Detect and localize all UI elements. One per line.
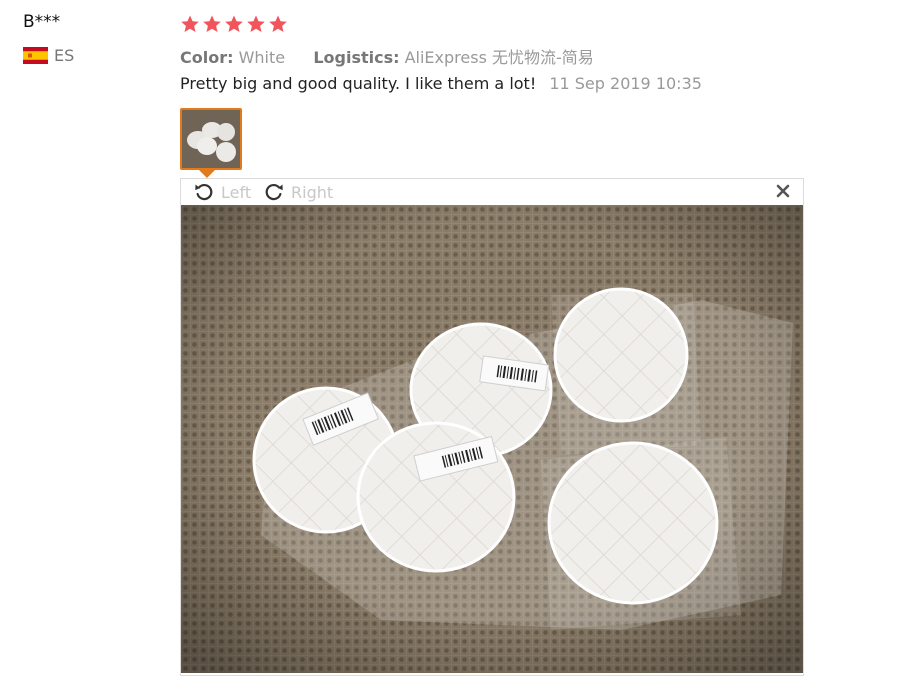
thumbnail-image [182, 110, 240, 168]
logistics-value: AliExpress 无忧物流-简易 [404, 48, 594, 67]
spain-flag-icon [23, 47, 48, 64]
thumbnail-pointer [199, 170, 215, 178]
country-code: ES [54, 46, 75, 65]
star-icon [247, 15, 265, 32]
rotate-left-label: Left [221, 182, 252, 202]
review-attributes: Color: White Logistics: AliExpress 无忧物流-… [180, 44, 594, 68]
star-icon [225, 15, 243, 32]
star-icon [181, 15, 199, 32]
close-icon[interactable] [775, 183, 791, 199]
rotate-left-button[interactable]: Left [193, 181, 251, 203]
color-label: Color: [180, 48, 234, 67]
rotate-right-label: Right [291, 182, 334, 202]
rotate-right-icon [265, 183, 283, 201]
review-photo [181, 205, 803, 673]
star-rating [180, 14, 288, 34]
review-date: 11 Sep 2019 10:35 [549, 74, 702, 93]
photo-viewer: Left Right [180, 178, 804, 676]
reviewer-name: B*** [23, 12, 61, 32]
color-value: White [238, 48, 286, 67]
star-icon [269, 15, 287, 32]
reviewer-country: ES [23, 46, 74, 65]
review-text: Pretty big and good quality. I like them… [180, 74, 537, 93]
rotate-left-icon [195, 183, 213, 201]
review-body: Pretty big and good quality. I like them… [180, 74, 702, 93]
review-photo-thumbnail[interactable] [180, 108, 242, 170]
star-icon [203, 15, 221, 32]
logistics-label: Logistics: [313, 48, 400, 67]
viewer-toolbar: Left Right [181, 179, 803, 205]
rotate-right-button[interactable]: Right [263, 181, 333, 203]
